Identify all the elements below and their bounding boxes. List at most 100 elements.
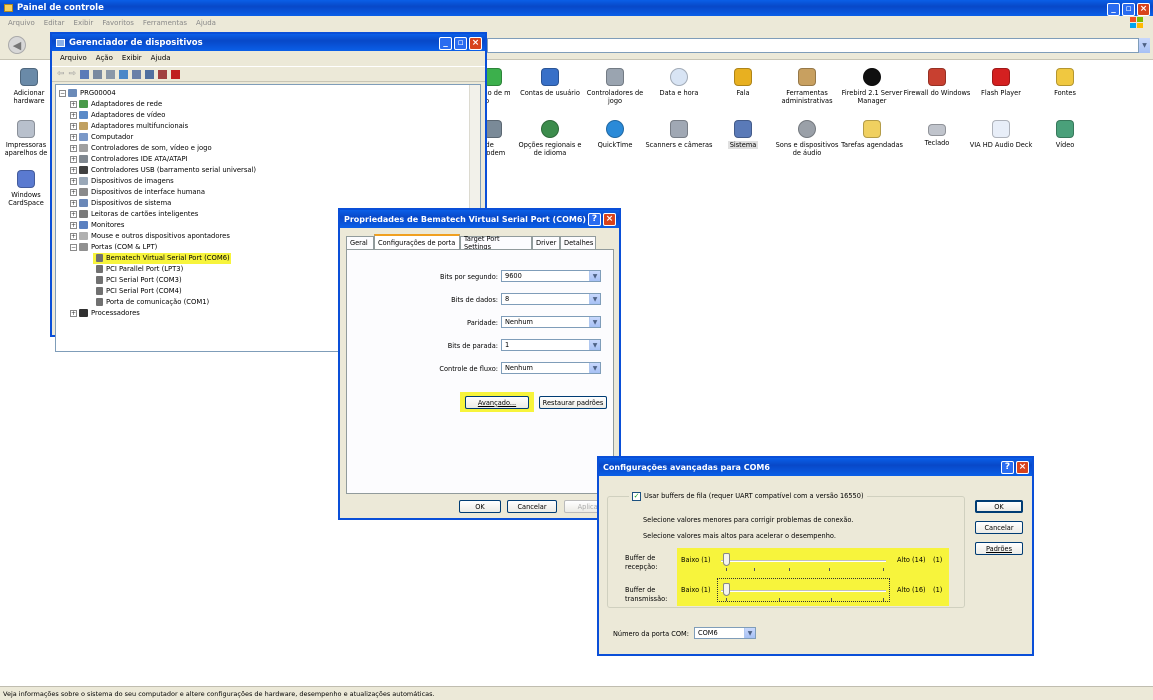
fonts-folder-icon [1056,68,1074,86]
tab-target-port-settings[interactable]: Target Port Settings [460,235,532,251]
cp-icon-data-hora[interactable]: Data e hora [644,68,714,97]
ok-button[interactable]: OK [459,500,501,513]
menu-arquivo[interactable]: Arquivo [8,19,35,27]
menu-exibir[interactable]: Exibir [74,19,94,27]
cp-icon-impressoras[interactable]: Impressoras aparelhos de [0,120,52,157]
cp-icon-flash-player[interactable]: Flash Player [966,68,1036,97]
cp-icon-firebird[interactable]: Firebird 2.1 Server Manager [837,68,907,105]
tree-port-item[interactable]: PCI Parallel Port (LPT3) [96,264,183,274]
tree-port-item[interactable]: Porta de comunicação (COM1) [96,297,209,307]
tree-item[interactable]: + Adaptadores multifuncionais [70,121,188,131]
cp-icon-sistema[interactable]: Sistema [708,120,778,149]
tree-item[interactable]: + Dispositivos de imagens [70,176,174,186]
uninstall-icon[interactable] [171,69,181,79]
cp-icon-quicktime[interactable]: QuickTime [580,120,650,149]
bits-dados-select[interactable]: 8 ▼ [501,293,601,305]
paridade-select[interactable]: Nenhum ▼ [501,316,601,328]
tree-item[interactable]: + Computador [70,132,133,142]
cp-icon-teclado[interactable]: Teclado [902,120,972,147]
menu-ferramentas[interactable]: Ferramentas [143,19,187,27]
tab-driver[interactable]: Driver [532,236,560,249]
cp-icon-controladores-jogo[interactable]: Controladores de jogo [580,68,650,105]
menu-ajuda[interactable]: Ajuda [196,19,216,27]
tree-item[interactable]: + Monitores [70,220,124,230]
tab-configuracoes-porta[interactable]: Configurações de porta [374,234,460,249]
maximize-icon[interactable]: ▫ [1122,3,1135,16]
cp-icon-sons[interactable]: Sons e dispositivos de áudio [772,120,842,157]
tx-slider-thumb[interactable] [723,583,730,596]
cp-icon-fala[interactable]: Fala [708,68,778,97]
print-icon[interactable] [106,69,116,79]
minimize-icon[interactable]: _ [439,37,452,50]
tree-item[interactable]: − Portas (COM & LPT) [70,242,157,252]
tree-item[interactable]: + Leitoras de cartões inteligentes [70,209,198,219]
tree-port-item[interactable]: PCI Serial Port (COM3) [96,275,182,285]
cp-icon-cardspace[interactable]: Windows CardSpace [0,170,52,207]
close-icon[interactable]: × [1016,461,1029,474]
dm-menu-acao[interactable]: Ação [96,54,113,62]
com-port-select[interactable]: COM6 ▼ [694,627,756,639]
update-driver-icon[interactable] [145,69,155,79]
cp-icon-via-audio[interactable]: VIA HD Audio Deck [966,120,1036,149]
forward-icon[interactable]: ⇨ [69,69,77,79]
address-dropdown-icon[interactable]: ▼ [1139,38,1150,53]
help-icon[interactable]: ? [1001,461,1014,474]
back-icon[interactable]: ◀ [8,36,26,54]
tree-root[interactable]: − PRG00004 [59,88,116,98]
advanced-ok-button[interactable]: OK [975,500,1023,513]
tree-item[interactable]: + Processadores [70,308,140,318]
sound-icon [79,144,88,152]
tree-item[interactable]: + Adaptadores de vídeo [70,110,165,120]
advanced-defaults-button[interactable]: Padrões [975,542,1023,555]
dm-menu-ajuda[interactable]: Ajuda [151,54,171,62]
bits-parada-select[interactable]: 1 ▼ [501,339,601,351]
tree-item[interactable]: + Controladores de som, vídeo e jogo [70,143,212,153]
tree-item[interactable]: + Dispositivos de interface humana [70,187,205,197]
device-manager-titlebar: Gerenciador de dispositivos _ ▫ × [52,34,485,51]
maximize-icon[interactable]: ▫ [454,37,467,50]
restaurar-padroes-button[interactable]: Restaurar padrões [539,396,607,409]
disable-icon[interactable] [158,69,168,79]
fifo-checkbox-row[interactable]: ✓ Usar buffers de fila (requer UART comp… [629,490,867,502]
cp-icon-ferramentas-administrativas[interactable]: Ferramentas administrativas [772,68,842,105]
help-icon[interactable] [119,69,129,79]
help-icon[interactable]: ? [588,213,601,226]
dm-menu-arquivo[interactable]: Arquivo [60,54,87,62]
controle-fluxo-select[interactable]: Nenhum ▼ [501,362,601,374]
view-icon[interactable] [80,69,90,79]
tree-item[interactable]: + Adaptadores de rede [70,99,162,109]
tab-geral[interactable]: Geral [346,236,374,249]
tree-item[interactable]: + Dispositivos de sistema [70,198,171,208]
address-bar[interactable] [487,38,1139,53]
bits-segundo-select[interactable]: 9600 ▼ [501,270,601,282]
rx-slider-thumb[interactable] [723,553,730,566]
tree-item[interactable]: + Mouse e outros dispositivos apontadores [70,231,230,241]
menu-favoritos[interactable]: Favoritos [102,19,134,27]
cp-icon-contas-usuario[interactable]: Contas de usuário [515,68,585,97]
cp-icon-video[interactable]: Vídeo [1030,120,1100,149]
avancado-button[interactable]: Avançado... [465,396,529,409]
properties-icon[interactable] [93,69,103,79]
close-icon[interactable]: × [1137,3,1150,16]
cancel-button[interactable]: Cancelar [507,500,557,513]
tree-port-item[interactable]: PCI Serial Port (COM4) [96,286,182,296]
close-icon[interactable]: × [603,213,616,226]
tx-label: Buffer de transmissão: [625,586,668,603]
cp-icon-tarefas[interactable]: Tarefas agendadas [837,120,907,149]
menu-editar[interactable]: Editar [44,19,65,27]
cp-icon-fontes[interactable]: Fontes [1030,68,1100,97]
close-icon[interactable]: × [469,37,482,50]
tree-item[interactable]: + Controladores USB (barramento serial un… [70,165,256,175]
tree-port-item[interactable]: Bematech Virtual Serial Port (COM6) [96,253,230,263]
minimize-icon[interactable]: _ [1107,3,1120,16]
tab-detalhes[interactable]: Detalhes [560,236,596,249]
advanced-cancel-button[interactable]: Cancelar [975,521,1023,534]
back-icon[interactable]: ⇦ [57,69,65,79]
cp-icon-firewall[interactable]: Firewall do Windows [902,68,972,97]
cp-icon-scanners[interactable]: Scanners e câmeras [644,120,714,149]
scan-icon[interactable] [132,69,142,79]
dm-menu-exibir[interactable]: Exibir [122,54,142,62]
cp-icon-opcoes-regionais[interactable]: Opções regionais e de idioma [515,120,585,157]
tree-item[interactable]: + Controladores IDE ATA/ATAPI [70,154,188,164]
checkbox-checked-icon[interactable]: ✓ [632,491,641,501]
